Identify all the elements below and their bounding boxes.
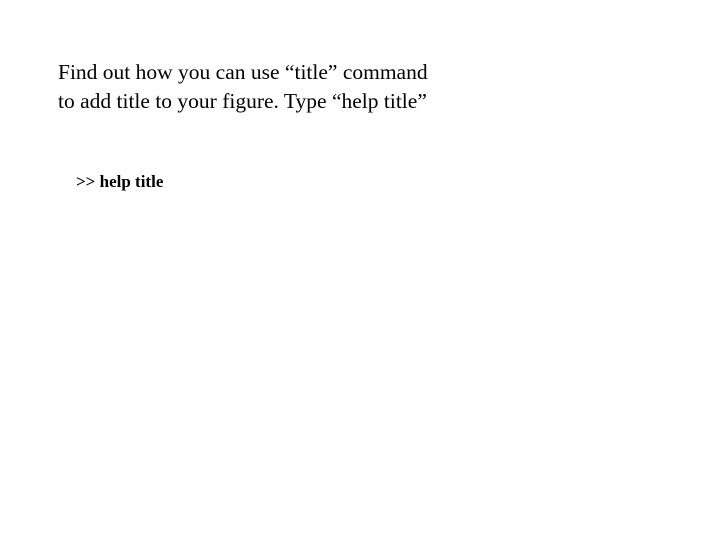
command-prompt-text: >> help title [76,172,163,191]
instruction-line-1: Find out how you can use “title” command [58,58,428,87]
instruction-text: Find out how you can use “title” command… [58,58,428,116]
instruction-line-2: to add title to your figure. Type “help … [58,87,428,116]
command-line: >> help title [76,172,163,192]
